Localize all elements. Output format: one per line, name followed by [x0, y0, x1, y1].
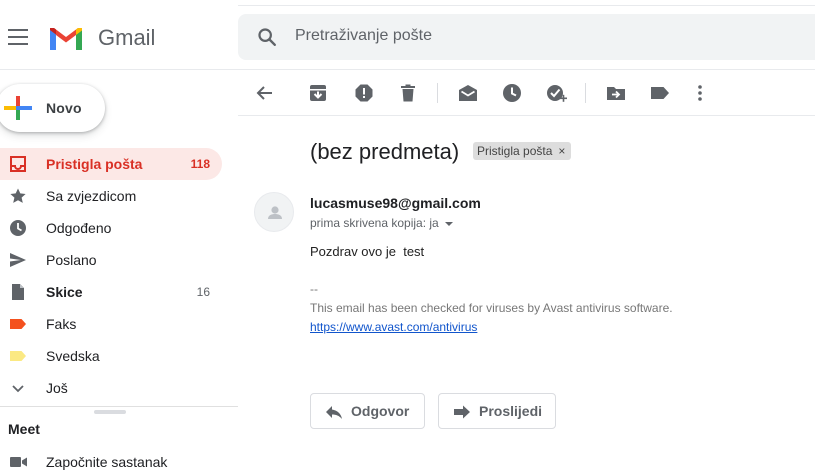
sidebar-item-label: Sa zvjezdicom — [46, 188, 137, 204]
sidebar-item-inbox[interactable]: Pristigla pošta 118 — [0, 148, 222, 180]
sidebar-divider — [0, 406, 238, 407]
archive-icon[interactable] — [307, 82, 329, 104]
sidebar-nav: Pristigla pošta 118 Sa zvjezdicom Odgođe… — [0, 148, 238, 404]
signature-text: This email has been checked for viruses … — [310, 301, 673, 315]
sidebar-item-drafts[interactable]: Skice 16 — [0, 276, 222, 308]
recipient-details[interactable]: prima skrivena kopija: ja — [310, 216, 453, 230]
sidebar-item-label: Svedska — [46, 348, 100, 364]
mark-unread-icon[interactable] — [457, 82, 479, 104]
start-meeting-item[interactable]: Započnite sastanak — [0, 450, 222, 472]
send-icon — [10, 253, 26, 267]
snooze-icon[interactable] — [501, 82, 523, 104]
sidebar-item-label: Pristigla pošta — [46, 156, 143, 172]
gmail-logo-icon[interactable] — [47, 24, 85, 52]
labels-icon[interactable] — [649, 82, 671, 104]
move-to-icon[interactable] — [605, 82, 627, 104]
search-icon[interactable] — [256, 26, 278, 48]
draft-count: 16 — [196, 285, 210, 299]
sidebar-item-label: Odgođeno — [46, 220, 112, 236]
remove-label-icon[interactable]: × — [558, 144, 565, 158]
signature-separator: -- — [310, 282, 318, 296]
label-icon — [10, 319, 26, 329]
unread-count: 118 — [190, 157, 210, 171]
sidebar-item-snoozed[interactable]: Odgođeno — [0, 212, 222, 244]
start-meeting-label: Započnite sastanak — [46, 454, 168, 470]
star-icon — [10, 188, 26, 203]
plus-icon — [4, 96, 32, 120]
main-menu-icon[interactable] — [8, 29, 28, 45]
message-toolbar — [238, 70, 815, 116]
reply-icon — [326, 406, 342, 419]
sidebar-item-label: Poslano — [46, 252, 97, 268]
sidebar-item-faks[interactable]: Faks — [0, 308, 222, 340]
forward-label: Proslijedi — [479, 403, 543, 419]
sidebar-item-label: Skice — [46, 284, 83, 300]
sidebar-item-more[interactable]: Još — [0, 372, 222, 404]
top-divider — [238, 5, 815, 6]
forward-button[interactable]: Proslijedi — [438, 393, 556, 429]
signature-link[interactable]: https://www.avast.com/antivirus — [310, 320, 477, 334]
message-body: Pozdrav ovo je test — [310, 244, 425, 259]
forward-icon — [454, 405, 470, 419]
compose-button[interactable]: Novo — [0, 84, 105, 132]
sidebar-item-svedska[interactable]: Svedska — [0, 340, 222, 372]
compose-label: Novo — [46, 100, 82, 116]
message-subject: (bez predmeta) — [310, 139, 460, 164]
toolbar-divider — [437, 83, 438, 103]
reply-label: Odgovor — [351, 403, 410, 419]
sender-email[interactable]: lucasmuse98@gmail.com — [310, 195, 481, 211]
brand-name: Gmail — [98, 25, 156, 50]
more-icon[interactable] — [689, 82, 711, 104]
video-camera-icon — [10, 457, 27, 467]
draft-icon — [12, 284, 24, 300]
recipient-text: prima skrivena kopija: ja — [310, 216, 439, 230]
sidebar-item-starred[interactable]: Sa zvjezdicom — [0, 180, 222, 212]
resize-handle[interactable] — [94, 410, 126, 414]
caret-down-icon[interactable] — [444, 221, 453, 226]
label-chip-text: Pristigla pošta — [477, 144, 553, 158]
back-arrow-icon[interactable] — [254, 82, 276, 104]
reply-button[interactable]: Odgovor — [310, 393, 425, 429]
meet-heading: Meet — [8, 421, 40, 437]
add-task-icon[interactable] — [545, 82, 567, 104]
clock-icon — [10, 220, 26, 236]
sidebar-item-label: Još — [46, 380, 68, 396]
sidebar-item-label: Faks — [46, 316, 77, 332]
label-icon — [10, 351, 26, 361]
avatar[interactable] — [254, 192, 294, 232]
search-bar[interactable] — [238, 14, 815, 60]
delete-icon[interactable] — [397, 82, 419, 104]
report-spam-icon[interactable] — [353, 82, 375, 104]
chevron-down-icon — [12, 385, 24, 393]
sidebar-item-sent[interactable]: Poslano — [0, 244, 222, 276]
person-icon — [268, 206, 282, 219]
search-input[interactable] — [295, 27, 775, 45]
toolbar-divider — [585, 83, 586, 103]
label-chip[interactable]: Pristigla pošta × — [473, 142, 572, 160]
inbox-icon — [10, 156, 26, 172]
